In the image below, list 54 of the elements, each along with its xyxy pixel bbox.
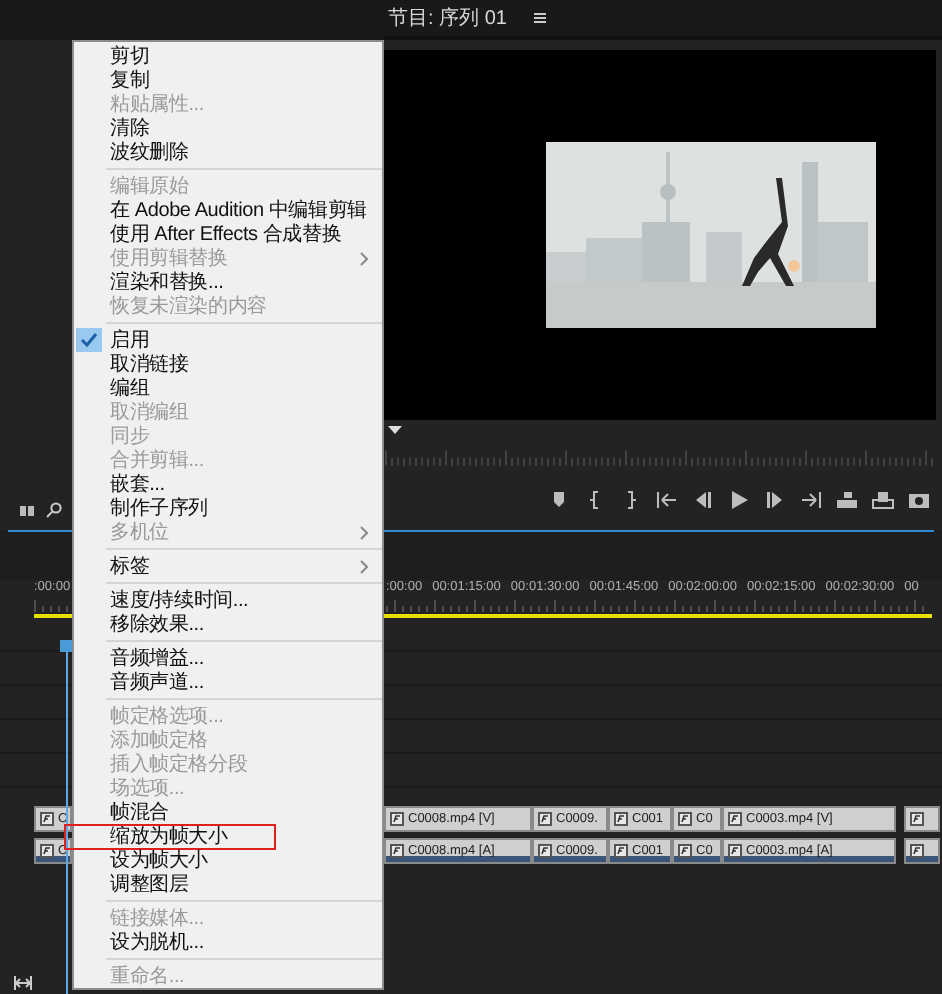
play-icon[interactable] <box>728 490 750 510</box>
clip-badge-icon <box>614 812 628 826</box>
menu-item[interactable]: 启用 <box>74 328 382 352</box>
menu-item[interactable]: 设为脱机... <box>74 930 382 954</box>
menu-item[interactable]: 嵌套... <box>74 472 382 496</box>
menu-item[interactable]: 使用 After Effects 合成替换 <box>74 222 382 246</box>
expand-tracks-icon[interactable] <box>14 976 32 990</box>
clip-badge-icon <box>390 812 404 826</box>
camera-icon[interactable] <box>908 490 930 510</box>
clip-badge-icon <box>678 812 692 826</box>
clip-badge-icon <box>390 844 404 858</box>
dropdown-triangle-icon[interactable] <box>388 426 402 436</box>
clip[interactable] <box>904 838 940 864</box>
menu-item[interactable]: 速度/持续时间... <box>74 588 382 612</box>
overwrite-icon[interactable] <box>872 490 894 510</box>
panel-tab[interactable]: 节目: 序列 01 <box>388 4 507 32</box>
menu-item[interactable]: 音频增益... <box>74 646 382 670</box>
menu-item[interactable]: 调整图层 <box>74 872 382 896</box>
clip-badge-icon <box>40 844 54 858</box>
clip-badge-icon <box>728 812 742 826</box>
menu-icon[interactable] <box>534 12 547 24</box>
clip-badge-icon <box>678 844 692 858</box>
menu-item[interactable]: 取消链接 <box>74 352 382 376</box>
insert-icon[interactable] <box>836 490 858 510</box>
menu-item[interactable]: 移除效果... <box>74 612 382 636</box>
marker-icon[interactable] <box>548 490 570 510</box>
checkmark-icon <box>80 332 98 348</box>
menu-item[interactable]: 复制 <box>74 68 382 92</box>
clip-badge-icon <box>538 812 552 826</box>
bars-icon[interactable] <box>20 504 38 518</box>
go-to-in-icon[interactable] <box>656 490 678 510</box>
menu-item[interactable]: 缩放为帧大小 <box>74 824 382 848</box>
clip-badge-icon <box>40 812 54 826</box>
menu-item[interactable]: 标签 <box>74 554 382 578</box>
menu-item[interactable]: 编组 <box>74 376 382 400</box>
menu-item[interactable]: 在 Adobe Audition 中编辑剪辑 <box>74 198 382 222</box>
menu-item[interactable]: 渲染和替换... <box>74 270 382 294</box>
menu-item[interactable]: 帧混合 <box>74 800 382 824</box>
clip-badge-icon <box>614 844 628 858</box>
menu-item[interactable]: 剪切 <box>74 44 382 68</box>
clip-badge-icon <box>538 844 552 858</box>
menu-item[interactable]: 清除 <box>74 116 382 140</box>
clip-badge-icon <box>728 844 742 858</box>
menu-item[interactable]: 设为帧大小 <box>74 848 382 872</box>
clip-badge-icon <box>910 844 924 858</box>
menu-item[interactable]: 制作子序列 <box>74 496 382 520</box>
menu-item[interactable]: 波纹删除 <box>74 140 382 164</box>
step-back-icon[interactable] <box>692 490 714 510</box>
step-forward-icon[interactable] <box>764 490 786 510</box>
menu-item[interactable]: 音频声道... <box>74 670 382 694</box>
clip-badge-icon <box>910 812 924 826</box>
search-icon[interactable] <box>46 502 62 518</box>
clip[interactable] <box>904 806 940 832</box>
go-to-out-icon[interactable] <box>800 490 822 510</box>
